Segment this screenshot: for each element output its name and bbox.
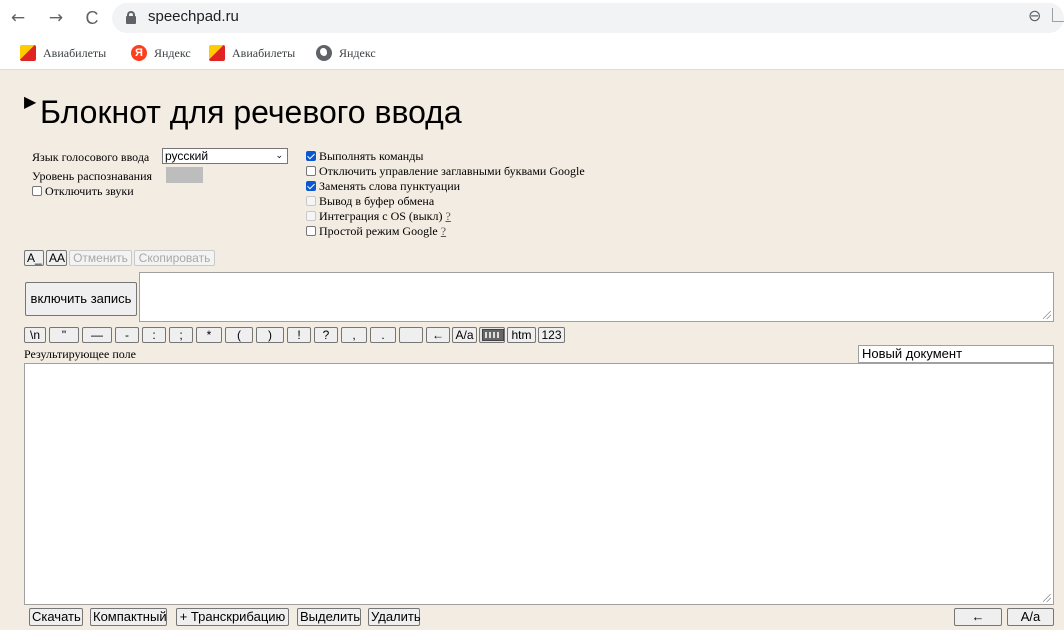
transcribe-button[interactable]: + Транскрибацию bbox=[176, 608, 289, 626]
quote-button[interactable]: " bbox=[49, 327, 79, 343]
option-label: Отключить управление заглавными буквами … bbox=[319, 164, 585, 178]
delete-button[interactable]: Удалить bbox=[368, 608, 421, 626]
back-icon[interactable]: ← bbox=[6, 6, 30, 30]
chevron-down-icon: ⌄ bbox=[275, 151, 283, 161]
option-os-integration: Интеграция с OS (выкл) ? bbox=[306, 209, 585, 224]
globe-icon bbox=[316, 45, 332, 61]
space-button[interactable] bbox=[399, 327, 423, 343]
reload-icon[interactable]: C bbox=[80, 6, 104, 30]
newline-button[interactable]: \n bbox=[24, 327, 46, 343]
option-commands[interactable]: Выполнять команды bbox=[306, 149, 585, 164]
uppercase-button[interactable]: AA bbox=[46, 250, 67, 266]
help-link[interactable]: ? bbox=[445, 209, 450, 223]
recognition-level-bar bbox=[166, 167, 203, 183]
option-checkbox bbox=[306, 211, 316, 221]
lang-select-value: русский bbox=[165, 149, 209, 163]
bookmark-label: Яндекс bbox=[154, 46, 191, 60]
option-label: Заменять слова пунктуации bbox=[319, 179, 461, 193]
option-checkbox bbox=[306, 196, 316, 206]
backspace-button[interactable]: ← bbox=[426, 327, 450, 343]
url-text[interactable]: speechpad.ru bbox=[148, 8, 239, 25]
bookmark-label: Авиабилеты bbox=[232, 46, 296, 60]
option-punctuation[interactable]: Заменять слова пунктуации bbox=[306, 179, 585, 194]
hyphen-button[interactable]: - bbox=[115, 327, 139, 343]
close-paren-button[interactable]: ) bbox=[256, 327, 284, 343]
compact-button[interactable]: Компактный bbox=[90, 608, 167, 626]
help-link[interactable]: ? bbox=[441, 224, 446, 238]
document-name-input[interactable]: Новый документ bbox=[858, 345, 1054, 363]
question-button[interactable]: ? bbox=[314, 327, 338, 343]
option-checkbox[interactable] bbox=[306, 181, 316, 191]
keyboard-button[interactable] bbox=[479, 327, 505, 343]
forward-icon[interactable]: → bbox=[44, 6, 68, 30]
bookmark-label: Авиабилеты bbox=[43, 46, 107, 60]
option-simple-google[interactable]: Простой режим Google ? bbox=[306, 224, 585, 239]
option-label: Вывод в буфер обмена bbox=[319, 194, 435, 208]
disable-sounds-label: Отключить звуки bbox=[45, 184, 134, 198]
bookmarks-bar: Авиабилеты Я Яндекс Авиабилеты Яндекс bbox=[0, 36, 1064, 70]
address-bar[interactable]: speechpad.ru bbox=[112, 3, 1064, 33]
bookmark-label: Яндекс bbox=[339, 46, 376, 60]
zoom-icon[interactable]: ⊖ bbox=[1028, 6, 1041, 25]
options-list: Выполнять команды Отключить управление з… bbox=[306, 149, 585, 239]
exclamation-button[interactable]: ! bbox=[287, 327, 311, 343]
record-button[interactable]: включить запись bbox=[25, 282, 137, 316]
colon-button[interactable]: : bbox=[142, 327, 166, 343]
keyboard-icon bbox=[482, 329, 504, 341]
disable-sounds-option[interactable]: Отключить звуки bbox=[32, 184, 134, 199]
numbers-button[interactable]: 123 bbox=[538, 327, 565, 343]
level-label: Уровень распознавания bbox=[32, 169, 153, 183]
option-clipboard: Вывод в буфер обмена bbox=[306, 194, 585, 209]
browser-toolbar: ← → C speechpad.ru ⊖ bbox=[0, 0, 1064, 36]
option-checkbox[interactable] bbox=[306, 151, 316, 161]
resize-grip-icon[interactable] bbox=[1043, 594, 1051, 602]
option-label: Выполнять команды bbox=[319, 149, 424, 163]
underscore-case-button[interactable]: A_ bbox=[24, 250, 44, 266]
toggle-case-button[interactable]: A/a bbox=[452, 327, 477, 343]
back-button[interactable]: ← bbox=[954, 608, 1002, 626]
lock-icon[interactable] bbox=[126, 11, 136, 24]
share-icon[interactable] bbox=[1052, 8, 1064, 22]
asterisk-button[interactable]: * bbox=[196, 327, 222, 343]
option-checkbox[interactable] bbox=[306, 226, 316, 236]
lang-select[interactable]: русский ⌄ bbox=[162, 148, 288, 164]
option-label: Простой режим Google bbox=[319, 224, 438, 238]
copy-button[interactable]: Скопировать bbox=[134, 250, 215, 266]
disable-sounds-checkbox[interactable] bbox=[32, 186, 42, 196]
htm-button[interactable]: htm bbox=[507, 327, 536, 343]
result-label: Результирующее поле bbox=[24, 347, 136, 361]
lang-label: Язык голосового ввода bbox=[32, 150, 150, 164]
option-label: Интеграция с OS (выкл) bbox=[319, 209, 443, 223]
resize-grip-icon[interactable] bbox=[1043, 311, 1051, 319]
page-title: Блокнот для речевого ввода bbox=[40, 94, 462, 130]
yandex-icon: Я bbox=[131, 45, 147, 61]
semicolon-button[interactable]: ; bbox=[169, 327, 193, 343]
aviabilety-icon bbox=[20, 45, 36, 61]
comma-button[interactable]: , bbox=[341, 327, 367, 343]
case-toggle-button[interactable]: A/a bbox=[1007, 608, 1054, 626]
download-button[interactable]: Скачать bbox=[29, 608, 83, 626]
undo-button[interactable]: Отменить bbox=[69, 250, 132, 266]
option-caps[interactable]: Отключить управление заглавными буквами … bbox=[306, 164, 585, 179]
interim-textarea[interactable] bbox=[139, 272, 1054, 322]
option-checkbox[interactable] bbox=[306, 166, 316, 176]
open-paren-button[interactable]: ( bbox=[225, 327, 253, 343]
title-arrow-icon: ▶ bbox=[24, 92, 37, 111]
select-button[interactable]: Выделить bbox=[297, 608, 361, 626]
aviabilety-icon bbox=[209, 45, 225, 61]
result-textarea[interactable] bbox=[24, 363, 1054, 605]
period-button[interactable]: . bbox=[370, 327, 396, 343]
dash-button[interactable]: — bbox=[82, 327, 112, 343]
